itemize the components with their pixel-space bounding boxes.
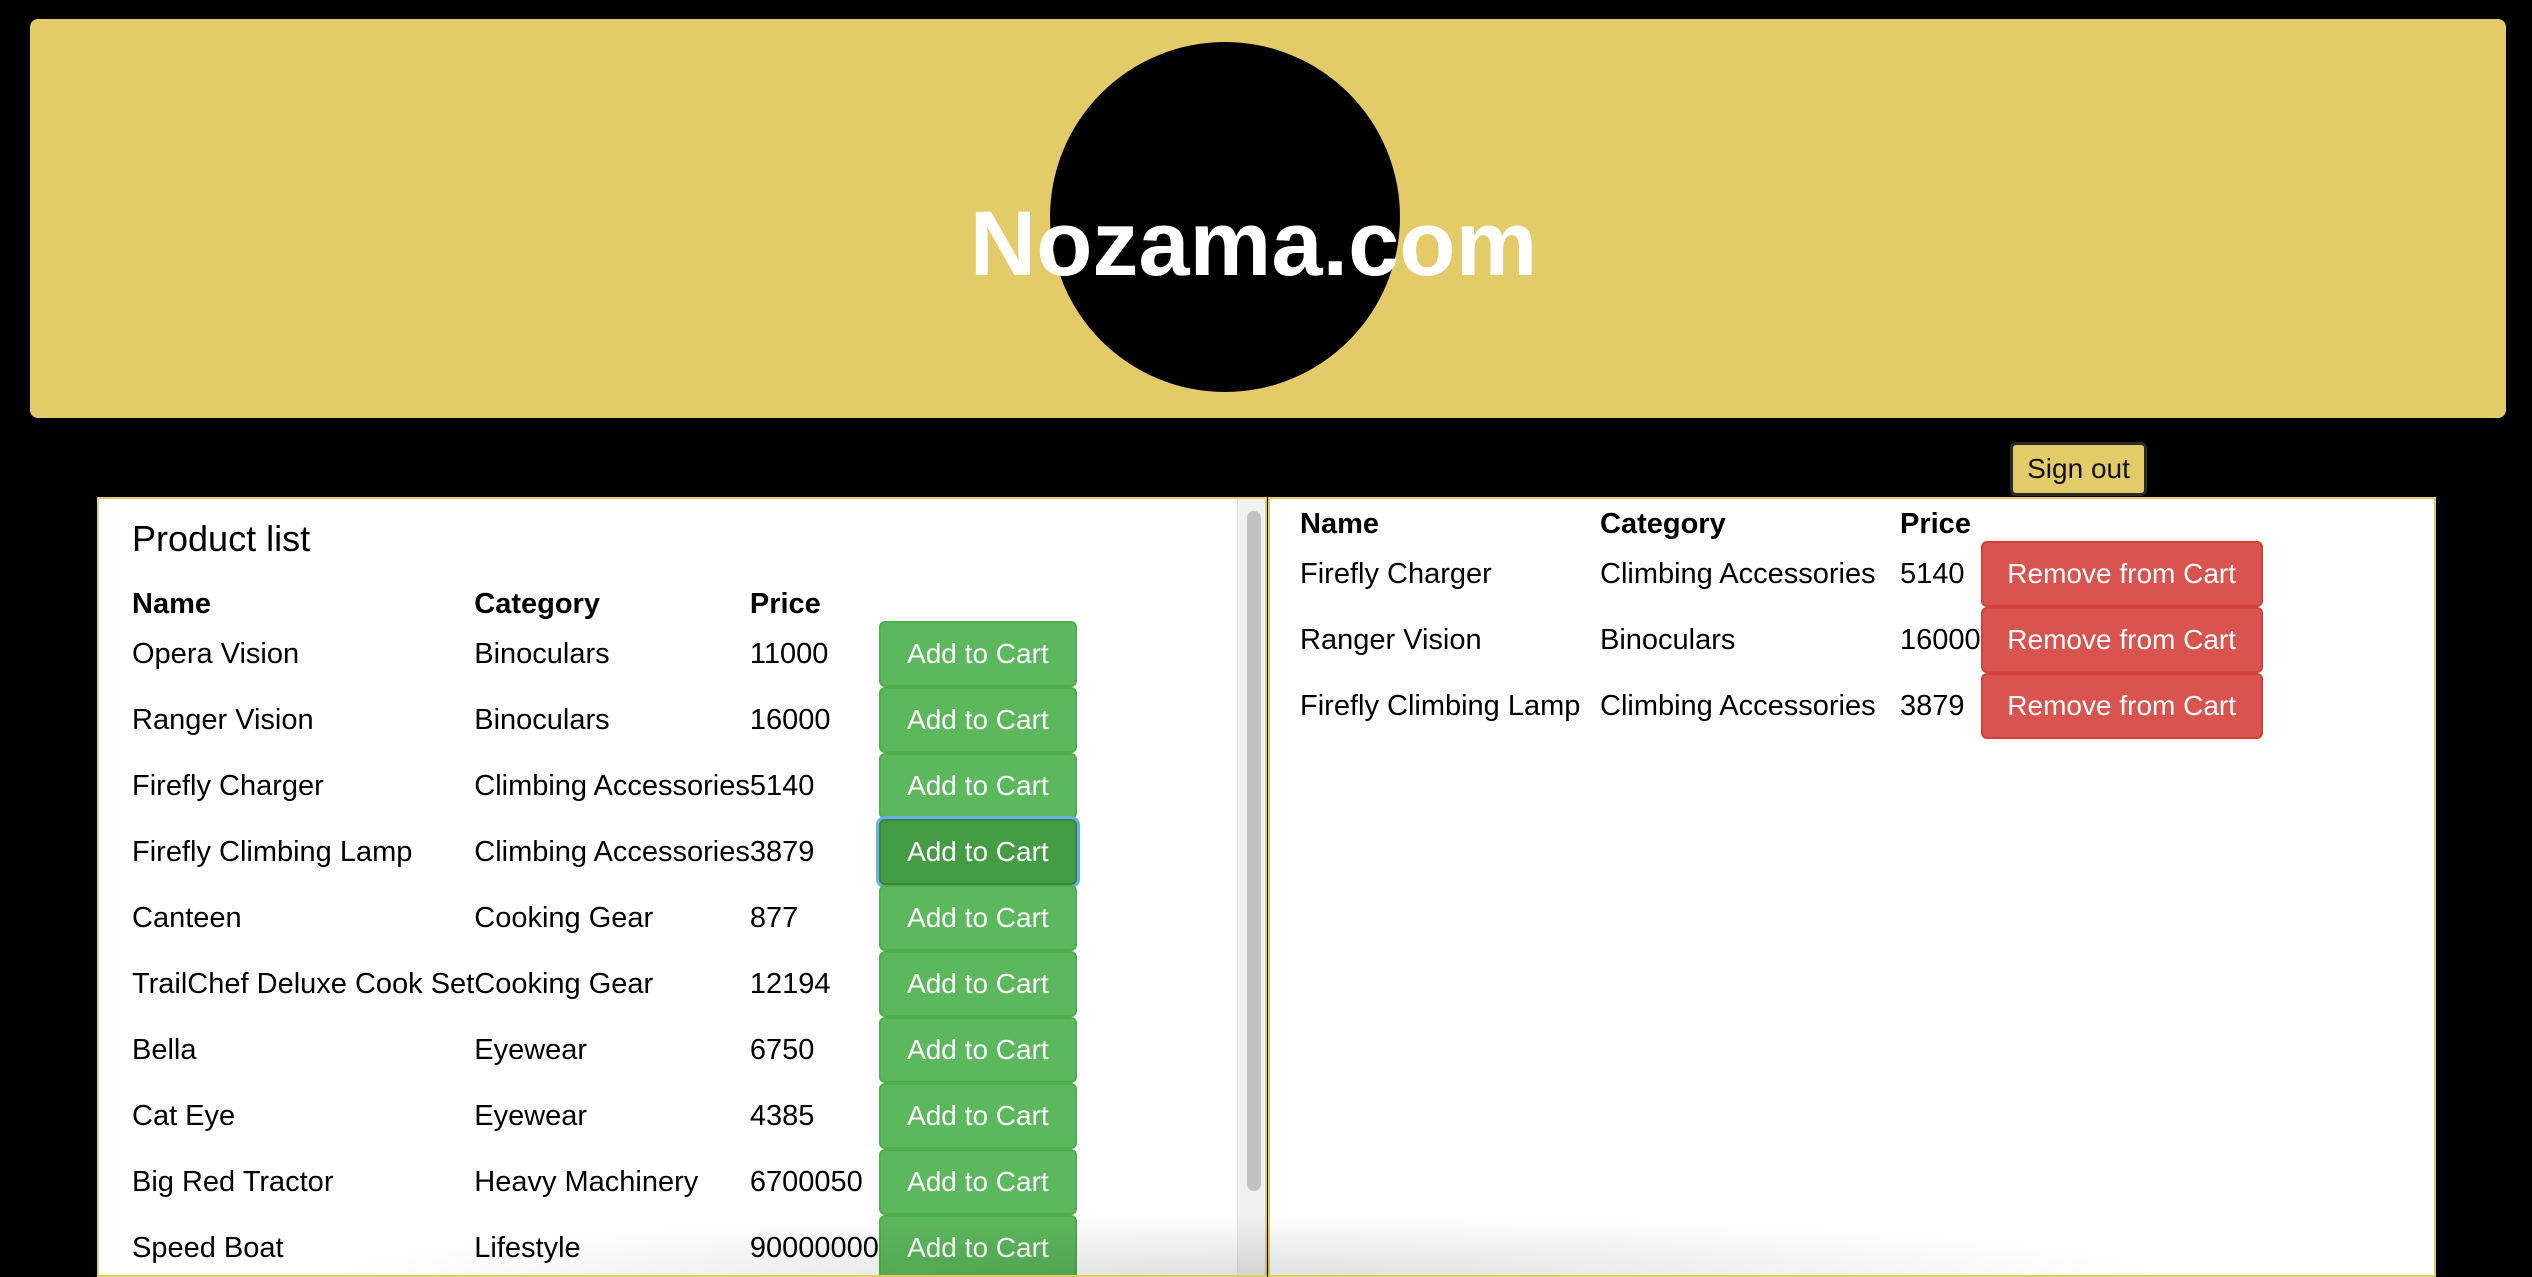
add-to-cart-button[interactable]: Add to Cart (878, 1083, 1077, 1149)
product-category: Heavy Machinery (474, 1165, 699, 1198)
product-category: Binoculars (474, 703, 610, 736)
table-row: TrailChef Deluxe Cook Set Cooking Gear 1… (132, 951, 1079, 1017)
scrollbar-thumb[interactable] (1247, 511, 1261, 1191)
cart-panel: Name Category Price Firefly Charger Clim… (1268, 497, 2436, 1277)
column-header-name: Name (1300, 508, 1379, 540)
product-list-title: Product list (132, 518, 311, 559)
product-list-scrollbar[interactable] (1237, 499, 1265, 1275)
table-row: Big Red Tractor Heavy Machinery 6700050 … (132, 1149, 1079, 1215)
product-name: Big Red Tractor (132, 1165, 334, 1198)
column-header-price: Price (1900, 508, 1971, 540)
add-to-cart-button[interactable]: Add to Cart (878, 687, 1077, 753)
product-category: Cooking Gear (474, 967, 654, 1000)
product-price: 5140 (749, 769, 815, 802)
product-category: Binoculars (474, 637, 610, 670)
column-header-category: Category (474, 588, 600, 620)
site-title: Nozama.com (969, 193, 1538, 295)
product-category: Eyewear (474, 1099, 588, 1132)
product-name: Bella (132, 1033, 197, 1066)
table-row: Ranger Vision Binoculars 16000 Remove fr… (1300, 607, 2271, 673)
cart-table-header: Name Category Price (1300, 499, 2271, 541)
column-header-action (1981, 499, 2271, 541)
product-list-panel: Product list Name Category Price Opera V… (97, 497, 1267, 1277)
cart-item-name: Firefly Climbing Lamp (1300, 689, 1581, 722)
table-row: Firefly Charger Climbing Accessories 514… (1300, 541, 2271, 607)
table-row: Bella Eyewear 6750 Add to Cart (132, 1017, 1079, 1083)
remove-from-cart-button[interactable]: Remove from Cart (1980, 607, 2263, 673)
cart-table: Name Category Price Firefly Charger Clim… (1300, 499, 2271, 739)
product-name: Cat Eye (132, 1099, 236, 1132)
product-category: Climbing Accessories (474, 769, 750, 802)
product-category: Climbing Accessories (474, 835, 750, 868)
table-row: Firefly Climbing Lamp Climbing Accessori… (1300, 673, 2271, 739)
column-header-action (879, 579, 1079, 621)
product-name: Firefly Charger (132, 769, 324, 802)
product-price: 6700050 (749, 1165, 863, 1198)
product-price: 4385 (749, 1099, 815, 1132)
product-price: 3879 (749, 835, 815, 868)
cart-item-category: Climbing Accessories (1600, 557, 1876, 590)
remove-from-cart-button[interactable]: Remove from Cart (1980, 541, 2263, 607)
product-name: TrailChef Deluxe Cook Set (132, 967, 475, 1000)
cart-item-price: 3879 (1900, 689, 1965, 722)
product-name: Opera Vision (132, 637, 300, 670)
table-row: Cat Eye Eyewear 4385 Add to Cart (132, 1083, 1079, 1149)
table-row: Firefly Charger Climbing Accessories 514… (132, 753, 1079, 819)
remove-from-cart-button[interactable]: Remove from Cart (1980, 673, 2263, 739)
product-name: Firefly Climbing Lamp (132, 835, 413, 868)
cart-item-category: Binoculars (1600, 623, 1736, 656)
add-to-cart-button[interactable]: Add to Cart (878, 1017, 1077, 1083)
cart-item-name: Firefly Charger (1300, 557, 1492, 590)
table-row: Firefly Climbing Lamp Climbing Accessori… (132, 819, 1079, 885)
column-header-category: Category (1600, 508, 1726, 540)
add-to-cart-button[interactable]: Add to Cart (878, 621, 1077, 687)
product-price: 11000 (749, 637, 829, 670)
add-to-cart-button[interactable]: Add to Cart (878, 753, 1077, 819)
cart-item-category: Climbing Accessories (1600, 689, 1876, 722)
product-price: 16000 (749, 703, 831, 736)
column-header-name: Name (132, 588, 211, 620)
product-table: Name Category Price Opera Vision Binocul… (132, 579, 1079, 1275)
column-header-price: Price (749, 588, 821, 620)
product-table-header: Name Category Price (132, 579, 1079, 621)
cart-item-price: 16000 (1900, 623, 1981, 656)
product-price: 12194 (749, 967, 831, 1000)
table-row: Opera Vision Binoculars 11000 Add to Car… (132, 621, 1079, 687)
product-price: 6750 (749, 1033, 815, 1066)
table-row: Canteen Cooking Gear 877 Add to Cart (132, 885, 1079, 951)
cart-item-name: Ranger Vision (1300, 623, 1482, 656)
table-row: Ranger Vision Binoculars 16000 Add to Ca… (132, 687, 1079, 753)
product-category: Eyewear (474, 1033, 588, 1066)
product-category: Cooking Gear (474, 901, 654, 934)
sign-out-button[interactable]: Sign out (2010, 442, 2147, 496)
header-banner: Nozama.com (30, 19, 2506, 418)
product-price: 877 (749, 901, 799, 934)
add-to-cart-button[interactable]: Add to Cart (878, 819, 1077, 885)
cart-item-price: 5140 (1900, 557, 1965, 590)
product-name: Canteen (132, 901, 242, 934)
add-to-cart-button[interactable]: Add to Cart (878, 1149, 1077, 1215)
add-to-cart-button[interactable]: Add to Cart (878, 885, 1077, 951)
add-to-cart-button[interactable]: Add to Cart (878, 951, 1077, 1017)
product-name: Ranger Vision (132, 703, 314, 736)
